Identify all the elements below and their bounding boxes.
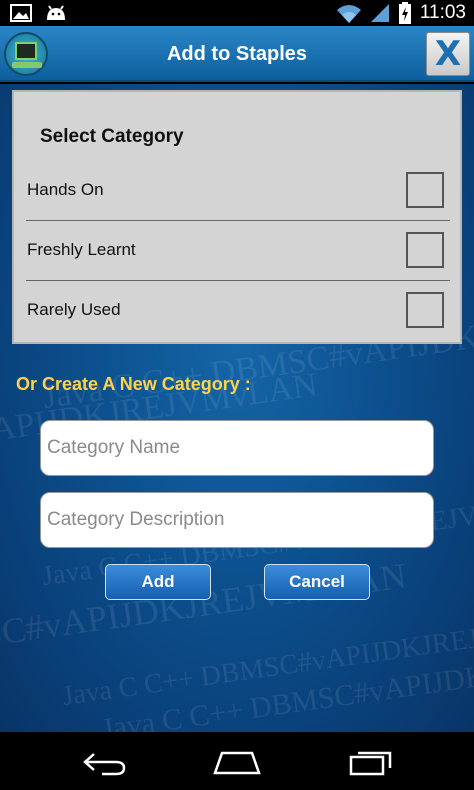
category-item-rarely-used[interactable]: Rarely Used (14, 280, 460, 340)
create-category-heading: Or Create A New Category : (16, 374, 251, 394)
android-notification-icon (47, 5, 65, 20)
content-area: Java C C++ DBMSC#vAPIJDKJREJVMvLAN APIJD… (0, 84, 474, 732)
home-icon[interactable] (212, 750, 262, 776)
recent-apps-icon[interactable] (348, 750, 394, 776)
navigation-bar (0, 732, 474, 790)
back-icon[interactable] (82, 750, 128, 776)
category-item-label: Hands On (27, 180, 104, 199)
category-name-input[interactable] (40, 420, 434, 476)
category-panel: Select Category Hands On Freshly Learnt … (12, 90, 462, 344)
category-description-input[interactable] (40, 492, 434, 548)
close-button[interactable]: X (426, 32, 470, 76)
category-checkbox[interactable] (406, 232, 444, 268)
add-button[interactable]: Add (105, 564, 211, 600)
image-notification-icon (10, 4, 32, 22)
signal-icon (370, 4, 389, 22)
cancel-button[interactable]: Cancel (264, 564, 370, 600)
battery-charging-icon (398, 2, 411, 24)
status-time: 11:03 (419, 2, 466, 23)
category-item-hands-on[interactable]: Hands On (14, 160, 460, 220)
wifi-icon (336, 5, 361, 23)
category-checkbox[interactable] (406, 292, 444, 328)
panel-heading: Select Category (40, 126, 184, 147)
category-item-label: Freshly Learnt (27, 240, 136, 259)
page-title: Add to Staples (166, 43, 307, 65)
category-item-label: Rarely Used (27, 300, 121, 319)
category-item-freshly-learnt[interactable]: Freshly Learnt (14, 220, 460, 280)
status-bar: 11:03 (0, 0, 474, 26)
title-bar: Add to Staples X (0, 26, 474, 82)
category-checkbox[interactable] (406, 172, 444, 208)
